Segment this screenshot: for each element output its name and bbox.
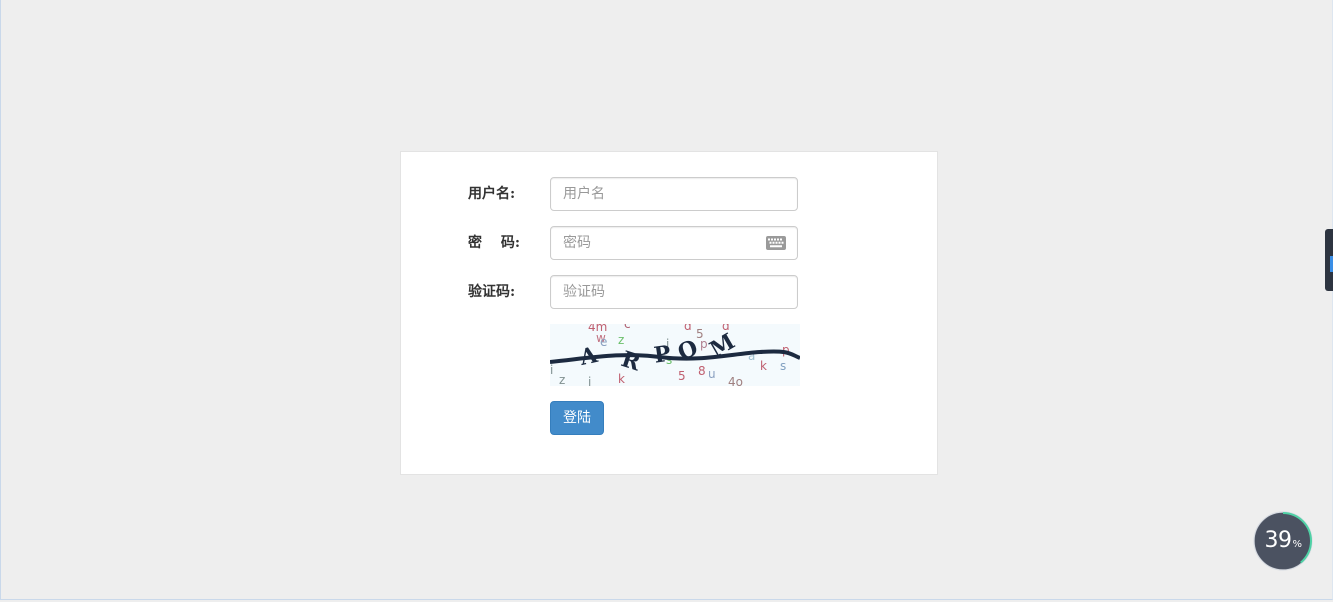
svg-text:i: i (550, 363, 553, 377)
login-button[interactable]: 登陆 (550, 401, 604, 435)
svg-text:s: s (780, 359, 786, 373)
svg-text:k: k (618, 372, 625, 386)
svg-text:5: 5 (678, 369, 686, 383)
captcha-image[interactable]: 4m c w e z d 5 d p i s a k p s i z i k 5… (550, 324, 800, 386)
keyboard-icon[interactable] (766, 236, 786, 250)
captcha-char: A (577, 342, 601, 371)
username-label: 用户名: (468, 186, 516, 202)
svg-text:z: z (618, 333, 624, 347)
svg-text:d: d (684, 324, 692, 333)
svg-text:z: z (559, 373, 565, 386)
svg-text:i: i (588, 375, 591, 386)
password-input[interactable] (550, 226, 798, 260)
svg-text:8: 8 (698, 364, 706, 378)
progress-value: 39 (1264, 528, 1292, 553)
password-label-first: 密 (468, 235, 482, 251)
progress-percent: 39% (1253, 511, 1313, 571)
captcha-label: 验证码: (468, 284, 516, 300)
progress-unit: % (1292, 539, 1302, 550)
captcha-input[interactable] (550, 275, 798, 309)
captcha-graphic: 4m c w e z d 5 d p i s a k p s i z i k 5… (550, 324, 800, 386)
captcha-char: P (652, 341, 672, 369)
svg-text:k: k (760, 359, 767, 373)
password-label-second: 码: (500, 235, 520, 251)
svg-text:u: u (708, 367, 716, 381)
password-label: 密 码: (468, 226, 522, 260)
side-toolbar-tab[interactable] (1325, 229, 1333, 291)
svg-text:e: e (600, 335, 607, 349)
username-input[interactable] (550, 177, 798, 211)
svg-text:4o: 4o (728, 375, 743, 386)
svg-text:c: c (624, 324, 631, 331)
